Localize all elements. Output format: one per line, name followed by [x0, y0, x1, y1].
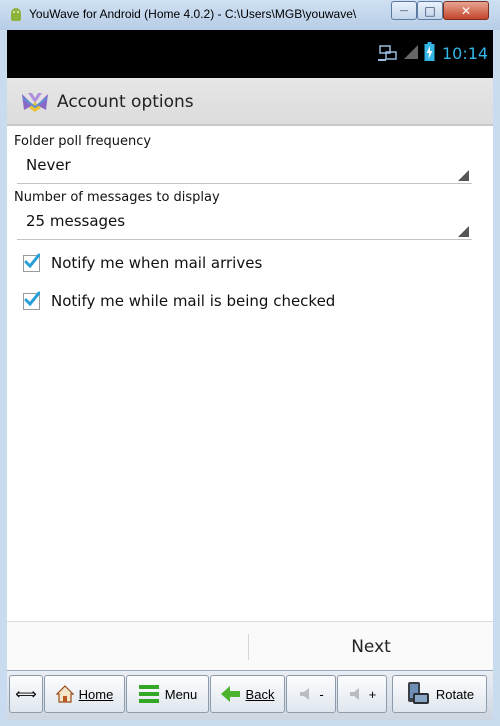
back-label: Back [245, 686, 275, 702]
android-app-icon [11, 8, 21, 21]
app-logo-icon[interactable] [20, 90, 50, 114]
signal-icon [404, 45, 418, 59]
maximize-icon: □ [424, 3, 436, 18]
poll-frequency-spinner[interactable]: Never [17, 146, 472, 184]
window-title: YouWave for Android (Home 4.0.2) - C:\Us… [29, 7, 357, 21]
home-icon [55, 685, 74, 703]
rotate-device-icon [407, 682, 429, 704]
notify-checked-checkbox[interactable] [23, 291, 40, 310]
resize-button[interactable]: ⟺ [9, 675, 43, 713]
rotate-button[interactable]: Rotate [392, 675, 487, 713]
notify-arrives-row[interactable]: Notify me when mail arrives [17, 249, 483, 279]
volume-up-button[interactable]: + [337, 675, 387, 713]
notify-checked-label: Notify me while mail is being checked [51, 292, 336, 310]
android-screen: 10:14 Account options Folder poll freque… [7, 30, 493, 720]
next-button[interactable]: Next [249, 622, 493, 671]
notify-checked-row[interactable]: Notify me while mail is being checked [17, 287, 483, 317]
notify-arrives-label: Notify me when mail arrives [51, 254, 263, 272]
status-bar: 10:14 [7, 30, 493, 78]
home-button[interactable]: Home [44, 675, 125, 713]
page-title: Account options [57, 92, 194, 112]
menu-icon [138, 685, 159, 703]
speaker-icon [300, 688, 310, 700]
resize-arrows-icon: ⟺ [15, 686, 37, 703]
spinner-arrow-icon [458, 170, 469, 181]
maximize-button[interactable]: □ [417, 1, 443, 20]
next-button-label: Next [351, 636, 391, 657]
menu-label: Menu [164, 686, 198, 702]
network-icon [378, 45, 397, 61]
home-label: Home [78, 686, 114, 702]
back-button[interactable]: Back [210, 675, 285, 713]
battery-charging-icon [424, 42, 435, 61]
checkmark-icon [24, 291, 40, 307]
speaker-icon [349, 688, 359, 700]
volume-down-label: - [319, 686, 324, 702]
bottom-button-bar: Next [7, 621, 493, 670]
poll-frequency-value: Never [26, 156, 71, 174]
minimize-button[interactable]: — [391, 1, 417, 20]
status-clock: 10:14 [442, 44, 489, 63]
window-title-bar: YouWave for Android (Home 4.0.2) - C:\Us… [0, 0, 500, 30]
rotate-label: Rotate [435, 686, 475, 702]
notify-arrives-checkbox[interactable] [23, 253, 40, 272]
messages-count-value: 25 messages [26, 212, 126, 230]
volume-up-label: + [368, 686, 377, 702]
close-button[interactable]: ✕ [443, 1, 489, 20]
minimize-icon: — [399, 5, 409, 16]
action-bar: Account options [7, 78, 493, 126]
menu-button[interactable]: Menu [126, 675, 209, 713]
spinner-arrow-icon [458, 226, 469, 237]
emulator-toolbar: ⟺ Home Menu Back - + Rotate [7, 670, 493, 720]
messages-count-spinner[interactable]: 25 messages [17, 202, 472, 240]
volume-down-button[interactable]: - [286, 675, 336, 713]
close-icon: ✕ [460, 3, 472, 18]
back-arrow-icon [220, 686, 240, 702]
checkmark-icon [24, 253, 40, 269]
